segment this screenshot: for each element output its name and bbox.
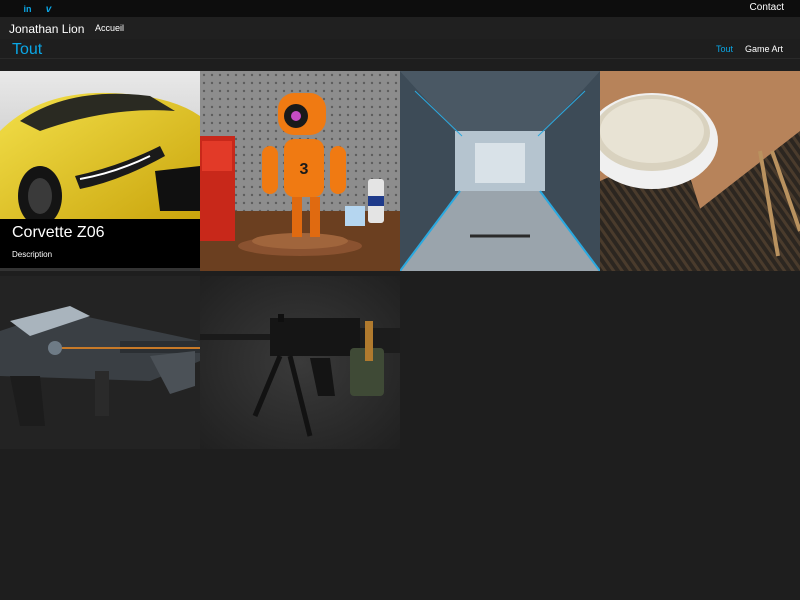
- svg-text:3: 3: [300, 161, 309, 178]
- machine-gun-image: [200, 276, 400, 449]
- gallery-item-machine-gun[interactable]: [200, 276, 400, 449]
- gallery-item-corvette[interactable]: Corvette Z06 Description: [0, 71, 200, 271]
- filter-links: Tout Game Art: [716, 44, 783, 54]
- site-brand[interactable]: Jonathan Lion: [9, 22, 84, 36]
- corvette-caption: Corvette Z06 Description: [0, 219, 200, 271]
- caption-title: Corvette Z06: [12, 224, 105, 241]
- robot-image: 3: [200, 71, 400, 271]
- svg-text:v: v: [46, 4, 53, 14]
- top-bar: in v Contact: [0, 0, 800, 17]
- nav-bar: Jonathan Lion Accueil: [0, 17, 800, 39]
- gallery-item-rice-bowl[interactable]: [600, 71, 800, 271]
- rice-bowl-image: [600, 71, 800, 271]
- page-title: Tout: [12, 41, 43, 58]
- gallery-item-scifi-corridor[interactable]: [400, 71, 600, 271]
- caption-description: Description: [12, 250, 53, 259]
- filter-bar: Tout Tout Game Art: [0, 39, 800, 59]
- filter-game-art[interactable]: Game Art: [745, 44, 783, 54]
- gallery-item-robot[interactable]: 3: [200, 71, 400, 271]
- vimeo-icon[interactable]: v: [43, 3, 54, 14]
- svg-text:in: in: [24, 4, 32, 14]
- gallery-item-scifi-rifle[interactable]: [0, 276, 200, 449]
- nav-home-link[interactable]: Accueil: [95, 23, 124, 33]
- filter-tout[interactable]: Tout: [716, 44, 733, 54]
- scifi-rifle-image: [0, 276, 200, 449]
- linkedin-icon[interactable]: in: [22, 3, 33, 14]
- scifi-corridor-image: [400, 71, 600, 271]
- contact-link[interactable]: Contact: [750, 2, 784, 13]
